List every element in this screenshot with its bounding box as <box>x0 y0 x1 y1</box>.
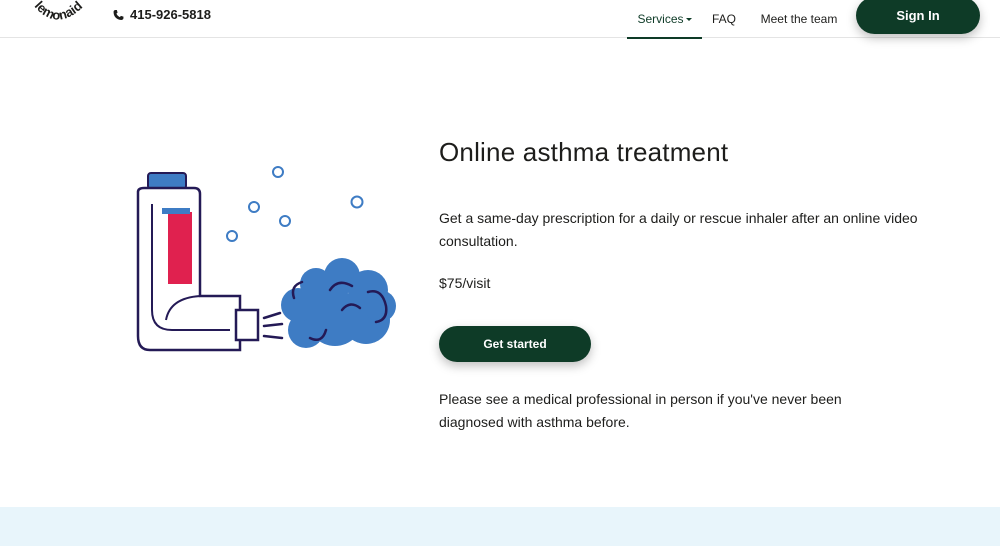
main-nav: Services FAQ Meet the team <box>627 0 852 39</box>
svg-text:lemonaid: lemonaid <box>32 0 85 23</box>
next-section-band <box>0 507 1000 546</box>
price-text: $75/visit <box>439 275 491 291</box>
nav-services-label: Services <box>637 12 684 26</box>
phone-link[interactable]: 415-926-5818 <box>113 7 211 22</box>
get-started-button[interactable]: Get started <box>439 326 591 362</box>
hero-description: Get a same-day prescription for a daily … <box>439 210 918 249</box>
lemonaid-logo[interactable]: lemonaid <box>30 0 92 36</box>
phone-icon <box>113 9 124 20</box>
inhaler-illustration <box>130 160 400 360</box>
site-header: lemonaid 415-926-5818 Services FAQ Meet … <box>0 0 1000 39</box>
nav-meet-the-team[interactable]: Meet the team <box>746 0 852 38</box>
caret-down-icon <box>685 18 692 21</box>
medical-note: Please see a medical professional in per… <box>439 391 842 430</box>
sign-in-button[interactable]: Sign In <box>856 0 980 34</box>
phone-number: 415-926-5818 <box>130 7 211 22</box>
nav-services[interactable]: Services <box>627 0 702 39</box>
logo-text: lemonaid <box>32 0 85 23</box>
nav-faq[interactable]: FAQ <box>702 0 746 38</box>
page-title: Online asthma treatment <box>439 137 729 167</box>
